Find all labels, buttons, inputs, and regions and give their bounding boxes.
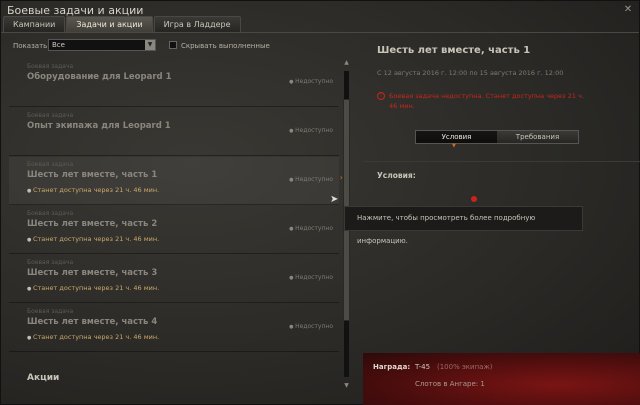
quest-name: Оборудование для Leopard 1 [27, 72, 172, 82]
quest-item-selected[interactable]: Боевая задача Шесть лет вместе, часть 1 … [9, 157, 343, 205]
active-segment-indicator-icon: ▼ [452, 143, 456, 149]
hide-completed-label: Скрывать выполненные [181, 42, 270, 50]
condition-marker-icon [471, 196, 477, 202]
detail-segment-control: Условия Требования [415, 130, 579, 144]
mouse-cursor-icon: ➤ [330, 194, 339, 205]
conditions-label: Условия: [377, 171, 416, 180]
quest-list: Боевая задача Оборудование для Leopard 1… [9, 59, 343, 404]
detail-dates: С 12 августа 2016 г. 12:00 по 15 августа… [377, 69, 564, 77]
show-filter-value: Все [52, 41, 65, 49]
quest-status: Недоступно [289, 78, 333, 85]
quest-status: Недоступно [289, 274, 333, 281]
quest-name: Шесть лет вместе, часть 3 [27, 268, 158, 278]
show-filter-select[interactable]: Все ▼ [48, 39, 156, 51]
show-filter-label: Показать: [13, 42, 50, 50]
tab-bar: Кампании Задачи и акции Игра в Ладдере [3, 16, 242, 32]
quest-category: Боевая задача [27, 308, 74, 315]
quests-window: Боевые задачи и акции ✕ Кампании Задачи … [0, 0, 640, 405]
section-promotions[interactable]: Акции [27, 373, 59, 383]
reward-slots: Слотов в Ангаре: 1 [415, 380, 485, 388]
detail-warning: ! Боевая задача недоступна. Станет досту… [377, 91, 587, 111]
quest-timer: Станет доступна через 21 ч. 46 мин. [27, 284, 159, 292]
quest-status: Недоступно [289, 323, 333, 330]
detail-title: Шесть лет вместе, часть 1 [377, 45, 531, 56]
quest-category: Боевая задача [27, 112, 74, 119]
tab-requirements[interactable]: Требования [497, 131, 578, 143]
chevron-down-icon: ▼ [145, 40, 155, 50]
scroll-up-icon[interactable]: ▲ [342, 59, 351, 66]
reward-crew: (100% экипаж) [437, 363, 493, 371]
detail-warning-text: Боевая задача недоступна. Станет доступн… [389, 92, 584, 110]
quest-item[interactable]: Боевая задача Шесть лет вместе, часть 4 … [9, 304, 339, 352]
quest-timer: Станет доступна через 21 ч. 46 мин. [27, 235, 159, 243]
quest-item[interactable]: Боевая задача Оборудование для Leopard 1… [9, 59, 339, 107]
hide-completed-checkbox[interactable] [169, 41, 177, 49]
reward-panel: Награда: T-45 (100% экипаж) Слотов в Анг… [363, 353, 640, 405]
close-icon[interactable]: ✕ [622, 4, 634, 16]
tab-conditions[interactable]: Условия [416, 131, 497, 143]
quest-status: Недоступно [289, 127, 333, 134]
quest-item[interactable]: Боевая задача Шесть лет вместе, часть 3 … [9, 255, 339, 303]
quest-timer: Станет доступна через 21 ч. 46 мин. [27, 333, 159, 341]
quest-timer: Станет доступна через 21 ч. 46 мин. [27, 186, 159, 194]
quest-name: Опыт экипажа для Leopard 1 [27, 121, 171, 131]
detail-divider [363, 161, 640, 162]
tab-ladder[interactable]: Игра в Ладдере [153, 16, 241, 32]
warning-icon: ! [377, 92, 385, 100]
tab-quests[interactable]: Задачи и акции [66, 16, 153, 32]
quest-category: Боевая задача [27, 259, 74, 266]
quest-detail-panel: Шесть лет вместе, часть 1 С 12 августа 2… [363, 33, 640, 405]
quest-item[interactable]: Боевая задача Опыт экипажа для Leopard 1… [9, 108, 339, 156]
quest-category: Боевая задача [27, 210, 74, 217]
quest-status: Недоступно [289, 176, 333, 183]
tab-campaigns[interactable]: Кампании [3, 16, 66, 32]
quest-name: Шесть лет вместе, часть 2 [27, 219, 158, 229]
reward-tank: T-45 [415, 363, 431, 371]
quest-name: Шесть лет вместе, часть 4 [27, 317, 158, 327]
quest-category: Боевая задача [27, 161, 74, 168]
quest-category: Боевая задача [27, 63, 74, 70]
reward-label: Награда: [373, 363, 411, 371]
quest-status: Недоступно [289, 225, 333, 232]
quest-item[interactable]: Боевая задача Шесть лет вместе, часть 2 … [9, 206, 339, 254]
scroll-down-icon[interactable]: ▼ [342, 382, 351, 389]
quest-name: Шесть лет вместе, часть 1 [27, 170, 158, 180]
